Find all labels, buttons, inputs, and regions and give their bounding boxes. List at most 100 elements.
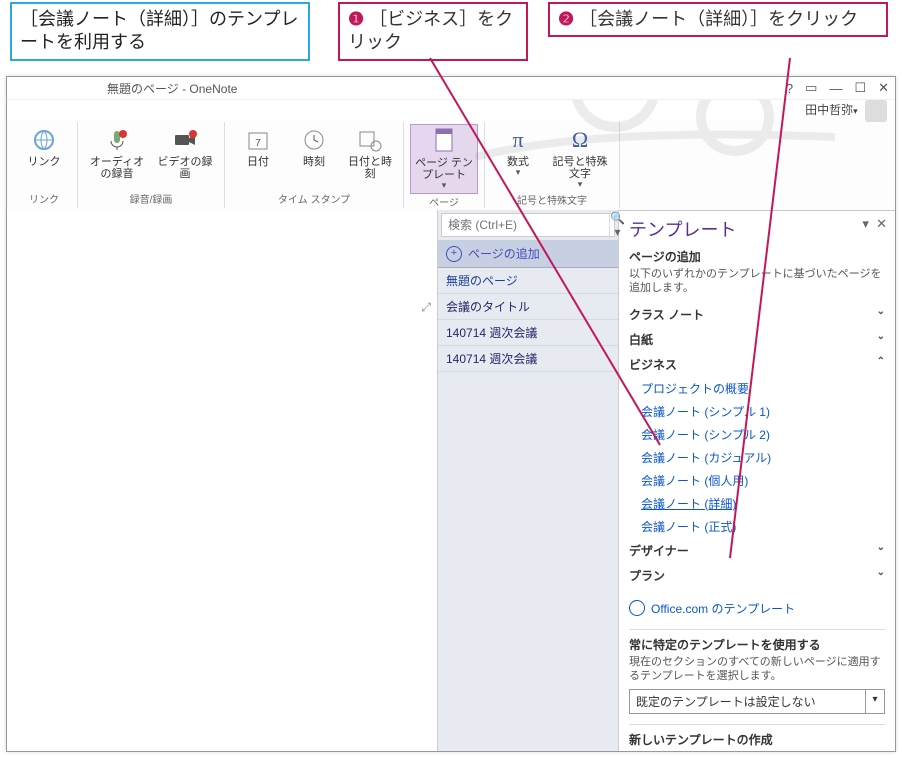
combo-value: 既定のテンプレートは設定しない bbox=[629, 689, 866, 714]
ribbon-time-label: 時刻 bbox=[303, 156, 325, 168]
camera-icon bbox=[171, 126, 199, 154]
tpl-item-meeting-personal[interactable]: 会議ノート (個人用) bbox=[629, 469, 885, 492]
tpl-item-meeting-detailed[interactable]: 会議ノート (詳細) bbox=[629, 492, 885, 515]
ribbon-group-page: ページ bbox=[429, 194, 459, 209]
cat-designer-label: デザイナー bbox=[629, 542, 689, 559]
add-page-button[interactable]: + ページの追加 bbox=[438, 240, 618, 268]
ribbon-datetime[interactable]: 日付と時刻 bbox=[343, 124, 397, 182]
calendar-clock-icon bbox=[356, 126, 384, 154]
ribbon: リンク リンク オーディオの録音 ビデオの録画 録音/録画 7 bbox=[7, 120, 895, 211]
office-link-label: Office.com のテンプレート bbox=[651, 600, 795, 617]
chevron-down-icon: ⌄ bbox=[877, 331, 885, 348]
save-as-template-link[interactable]: 現在のページをテンプレートとして保存 bbox=[629, 748, 885, 751]
close-pane-icon[interactable]: ✕ bbox=[876, 216, 887, 231]
step-text-1: ［ビジネス］をクリック bbox=[348, 9, 513, 52]
add-page-label: ページの追加 bbox=[468, 245, 540, 262]
help-button[interactable]: ? bbox=[786, 81, 793, 96]
ribbon-symbol[interactable]: Ω 記号と特殊文字 ▾ bbox=[547, 124, 613, 192]
plus-icon: + bbox=[446, 246, 462, 262]
title-bar: 無題のページ - OneNote ? ▭ — ☐ ✕ bbox=[7, 77, 895, 100]
maximize-button[interactable]: ☐ bbox=[854, 80, 866, 96]
cat-plan-label: プラン bbox=[629, 567, 665, 584]
onenote-window: 無題のページ - OneNote ? ▭ — ☐ ✕ 田中哲弥▾ リンク リンク bbox=[6, 76, 896, 752]
ribbon-group-stamp: タイム スタンプ bbox=[278, 191, 350, 206]
ribbon-video-record[interactable]: ビデオの録画 bbox=[152, 124, 218, 182]
calendar-icon: 7 bbox=[244, 126, 272, 154]
microphone-icon bbox=[103, 126, 131, 154]
page-item[interactable]: 会議のタイトル bbox=[438, 294, 618, 320]
search-bar[interactable]: 🔍▾ bbox=[441, 213, 615, 237]
search-input[interactable] bbox=[442, 218, 609, 232]
tpl-item-meeting-formal[interactable]: 会議ノート (正式) bbox=[629, 515, 885, 538]
step-text-2: ［会議ノート（詳細）］をクリック bbox=[579, 9, 858, 29]
ribbon-audio-record[interactable]: オーディオの録音 bbox=[84, 124, 150, 182]
ribbon-datetime-label: 日付と時刻 bbox=[345, 156, 395, 180]
chevron-down-icon: ⌄ bbox=[877, 306, 885, 323]
desc-always-template: 現在のセクションのすべての新しいページに適用するテンプレートを選択します。 bbox=[629, 655, 885, 684]
ribbon-group-record: 録音/録画 bbox=[130, 191, 173, 206]
section-new-template: 新しいテンプレートの作成 bbox=[629, 731, 885, 748]
cat-designer[interactable]: デザイナー ⌄ bbox=[629, 538, 885, 563]
tpl-item-meeting-casual[interactable]: 会議ノート (カジュアル) bbox=[629, 446, 885, 469]
link-icon bbox=[30, 126, 58, 154]
user-name[interactable]: 田中哲弥 bbox=[805, 103, 853, 117]
ribbon-symbol-label: 記号と特殊文字 bbox=[549, 156, 611, 180]
ribbon-equation[interactable]: π 数式 ▾ bbox=[491, 124, 545, 192]
page-list-pane: 🔍▾ + ページの追加 無題のページ 会議のタイトル 140714 週次会議 1… bbox=[438, 210, 619, 751]
ribbon-video-label: ビデオの録画 bbox=[154, 156, 216, 180]
page-item[interactable]: 140714 週次会議 bbox=[438, 320, 618, 346]
chevron-down-icon: ⌄ bbox=[877, 567, 885, 584]
cat-plan[interactable]: プラン ⌄ bbox=[629, 563, 885, 588]
user-line: 田中哲弥▾ bbox=[7, 100, 895, 120]
callout-step-2: ❷ ［会議ノート（詳細）］をクリック bbox=[548, 2, 888, 37]
ribbon-audio-label: オーディオの録音 bbox=[86, 156, 148, 180]
tpl-item-meeting-simple1[interactable]: 会議ノート (シンプル 1) bbox=[629, 400, 885, 423]
ribbon-date-label: 日付 bbox=[247, 156, 269, 168]
page-template-icon bbox=[430, 127, 458, 155]
avatar[interactable] bbox=[865, 100, 887, 122]
cat-business-label: ビジネス bbox=[629, 356, 677, 373]
chevron-up-icon: ⌃ bbox=[877, 356, 885, 373]
omega-icon: Ω bbox=[566, 126, 594, 154]
cat-business[interactable]: ビジネス ⌃ bbox=[629, 352, 885, 377]
window-title: 無題のページ - OneNote bbox=[107, 80, 237, 97]
cat-class-label: クラス ノート bbox=[629, 306, 704, 323]
section-add-page: ページの追加 bbox=[629, 248, 885, 265]
page-item[interactable]: 140714 週次会議 bbox=[438, 346, 618, 372]
ribbon-time[interactable]: 時刻 bbox=[287, 124, 341, 182]
chevron-down-icon: ⌄ bbox=[877, 542, 885, 559]
office-templates-link[interactable]: Office.com のテンプレート bbox=[629, 600, 885, 617]
chevron-down-icon[interactable]: ▾ bbox=[866, 689, 885, 714]
callout-step-1: ❶ ［ビジネス］をクリック bbox=[338, 2, 528, 61]
ribbon-display-button[interactable]: ▭ bbox=[805, 80, 817, 96]
ribbon-group-link: リンク bbox=[29, 191, 59, 206]
tpl-item-meeting-simple2[interactable]: 会議ノート (シンプル 2) bbox=[629, 423, 885, 446]
expand-icon[interactable]: ⤢ bbox=[421, 300, 431, 315]
cat-blank-label: 白紙 bbox=[629, 331, 653, 348]
cat-class-notes[interactable]: クラス ノート ⌄ bbox=[629, 302, 885, 327]
pi-icon: π bbox=[504, 126, 532, 154]
pane-options-icon[interactable]: ▾ bbox=[862, 216, 869, 231]
minimize-button[interactable]: — bbox=[829, 81, 842, 96]
ribbon-link-label: リンク bbox=[28, 156, 61, 168]
step-badge-1: ❶ bbox=[348, 8, 364, 31]
desc-add-page: 以下のいずれかのテンプレートに基づいたページを追加します。 bbox=[629, 267, 885, 296]
page-canvas[interactable]: ⤢ bbox=[7, 210, 438, 751]
template-pane-title: テンプレート bbox=[629, 216, 885, 242]
ribbon-page-template[interactable]: ページ テンプレート ▾ bbox=[410, 124, 478, 194]
svg-text:7: 7 bbox=[255, 138, 261, 149]
globe-icon bbox=[629, 600, 645, 616]
ribbon-date[interactable]: 7 日付 bbox=[231, 124, 285, 182]
close-button[interactable]: ✕ bbox=[878, 80, 889, 96]
page-item-untitled[interactable]: 無題のページ bbox=[438, 268, 618, 294]
clock-icon bbox=[300, 126, 328, 154]
cat-blank[interactable]: 白紙 ⌄ bbox=[629, 327, 885, 352]
tpl-item-project-overview[interactable]: プロジェクトの概要 bbox=[629, 377, 885, 400]
step-badge-2: ❷ bbox=[558, 8, 574, 31]
default-template-combo[interactable]: 既定のテンプレートは設定しない ▾ bbox=[629, 689, 885, 714]
callout-title: ［会議ノート（詳細）］のテンプレートを利用する bbox=[10, 2, 310, 61]
template-pane: ▾ ✕ テンプレート ページの追加 以下のいずれかのテンプレートに基づいたページ… bbox=[619, 210, 895, 751]
ribbon-link[interactable]: リンク bbox=[17, 124, 71, 170]
ribbon-template-label: ページ テンプレート bbox=[413, 157, 475, 181]
section-always-template: 常に特定のテンプレートを使用する bbox=[629, 636, 885, 653]
